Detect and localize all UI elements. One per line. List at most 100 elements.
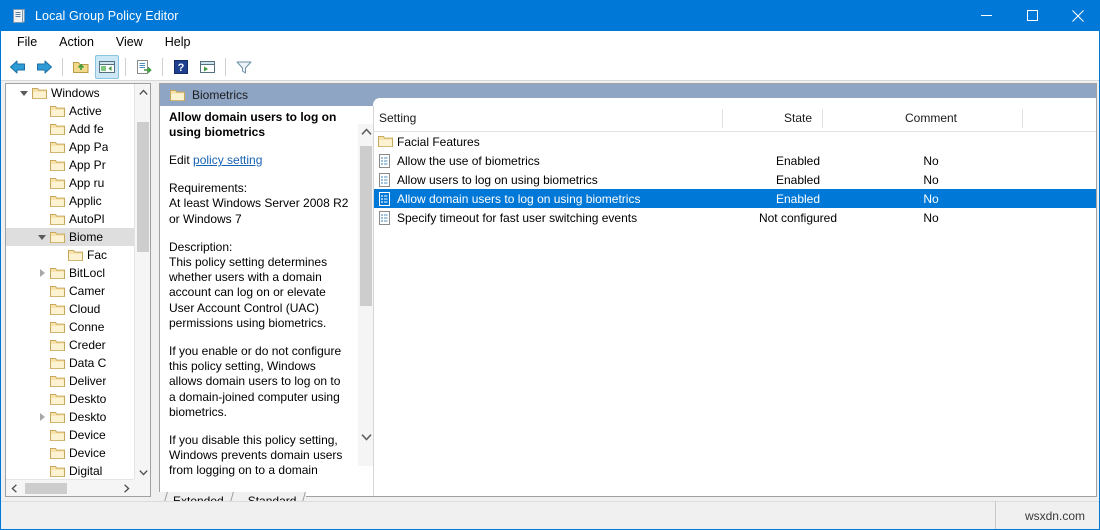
tree-expander[interactable]: [34, 372, 50, 390]
column-divider[interactable]: [722, 109, 723, 128]
table-row-selected[interactable]: Allow domain users to log on using biome…: [374, 189, 1096, 208]
tree-expander[interactable]: [16, 84, 32, 102]
column-header-state[interactable]: State: [748, 106, 848, 131]
policy-setting-icon: [378, 210, 391, 225]
column-divider[interactable]: [822, 109, 823, 128]
tree-expander[interactable]: [34, 156, 50, 174]
tree-expander[interactable]: [34, 228, 50, 246]
tree-expander[interactable]: [34, 390, 50, 408]
table-row[interactable]: Specify timeout for fast user switching …: [374, 208, 1096, 227]
tree-horizontal-scrollbar[interactable]: [6, 479, 135, 496]
show-hide-tree-icon[interactable]: [95, 54, 119, 79]
tree-expander[interactable]: [34, 354, 50, 372]
folder-icon: [50, 411, 65, 424]
tree-expander[interactable]: [34, 336, 50, 354]
close-button[interactable]: [1055, 0, 1099, 31]
tree-hscroll-thumb[interactable]: [25, 483, 67, 494]
tree-item[interactable]: Device: [6, 444, 135, 462]
scroll-right-icon[interactable]: [118, 480, 135, 496]
tree-item[interactable]: AutoPl: [6, 210, 135, 228]
tree-item-label: Device: [69, 446, 106, 460]
menu-action[interactable]: Action: [49, 33, 104, 51]
table-row[interactable]: Allow users to log on using biometrics En…: [374, 170, 1096, 189]
tree-item[interactable]: Add fe: [6, 120, 135, 138]
folder-icon: [68, 249, 83, 262]
tree-expander[interactable]: [34, 138, 50, 156]
tree-item[interactable]: Cloud: [6, 300, 135, 318]
tree-item[interactable]: Biome: [6, 228, 135, 246]
column-divider[interactable]: [1022, 109, 1023, 128]
tree-expander[interactable]: [34, 102, 50, 120]
tree-item[interactable]: Deskto: [6, 408, 135, 426]
properties-icon[interactable]: [195, 55, 219, 79]
menu-view[interactable]: View: [106, 33, 153, 51]
maximize-button[interactable]: [1009, 0, 1055, 31]
menu-help[interactable]: Help: [155, 33, 201, 51]
column-header-setting[interactable]: Setting: [379, 106, 416, 131]
tree-item[interactable]: BitLocl: [6, 264, 135, 282]
menu-file[interactable]: File: [7, 33, 47, 51]
tree-item[interactable]: Creder: [6, 336, 135, 354]
tree-expander[interactable]: [34, 120, 50, 138]
tree-item-label: Biome: [69, 230, 104, 244]
tree-expander[interactable]: [34, 300, 50, 318]
tree-vertical-scrollbar[interactable]: [134, 84, 150, 480]
tree-expander[interactable]: [34, 318, 50, 336]
scroll-down-icon[interactable]: [135, 464, 150, 480]
tree-item[interactable]: Camer: [6, 282, 135, 300]
tree-item-label: Deskto: [69, 392, 107, 406]
forward-arrow-icon[interactable]: [32, 55, 56, 79]
tree-item[interactable]: Conne: [6, 318, 135, 336]
tree-item[interactable]: Digital: [6, 462, 135, 480]
setting-comment: No: [923, 210, 939, 225]
filter-icon[interactable]: [232, 55, 256, 79]
tree-expander[interactable]: [34, 210, 50, 228]
tree-item[interactable]: Deliver: [6, 372, 135, 390]
extended-details-pane: Allow domain users to log on using biome…: [160, 106, 374, 496]
tree-item[interactable]: App Pr: [6, 156, 135, 174]
tree-item[interactable]: App Pa: [6, 138, 135, 156]
minimize-button[interactable]: [963, 0, 1009, 31]
tree-item[interactable]: Deskto: [6, 390, 135, 408]
tree-item[interactable]: App ru: [6, 174, 135, 192]
table-row[interactable]: Facial Features: [374, 132, 1096, 151]
tree-item[interactable]: Active: [6, 102, 135, 120]
export-list-icon[interactable]: [132, 55, 156, 79]
tree-item[interactable]: Windows: [6, 84, 135, 102]
local-group-policy-editor-window: Local Group Policy Editor File Action Vi…: [0, 0, 1100, 530]
tree-item[interactable]: Device: [6, 426, 135, 444]
scroll-up-icon[interactable]: [135, 84, 150, 100]
table-row[interactable]: Allow the use of biometrics Enabled No: [374, 151, 1096, 170]
tree-expander[interactable]: [34, 264, 50, 282]
details-scroll-thumb[interactable]: [360, 146, 372, 306]
tree-expander[interactable]: [34, 192, 50, 210]
tree-expander[interactable]: [34, 426, 50, 444]
tree-item[interactable]: Fac: [6, 246, 135, 264]
tree-expander[interactable]: [34, 174, 50, 192]
tree-expander[interactable]: [34, 282, 50, 300]
tree-item[interactable]: Applic: [6, 192, 135, 210]
column-header-comment[interactable]: Comment: [891, 106, 971, 131]
tree-expander[interactable]: [34, 408, 50, 426]
folder-icon: [50, 123, 65, 136]
console-tree[interactable]: Windows Active Add fe App Pa App Pr App ru Ap…: [6, 84, 135, 480]
tree-expander[interactable]: [52, 246, 68, 264]
help-icon[interactable]: ?: [169, 55, 193, 79]
folder-icon: [50, 141, 65, 154]
description-paragraph-2: If you enable or do not configure this p…: [169, 344, 342, 419]
scroll-left-icon[interactable]: [6, 480, 23, 496]
tree-scroll-thumb[interactable]: [137, 122, 149, 252]
folder-icon: [50, 195, 65, 208]
edit-policy-setting-link[interactable]: policy setting: [193, 153, 262, 167]
details-vertical-scrollbar[interactable]: [358, 124, 374, 466]
up-one-level-icon[interactable]: [69, 55, 93, 79]
folder-icon: [50, 465, 65, 478]
tree-expander[interactable]: [34, 462, 50, 480]
settings-list[interactable]: Facial Features Allow the use of biometri…: [374, 132, 1096, 227]
details-scroll-down-icon[interactable]: [358, 429, 374, 445]
details-scroll-up-icon[interactable]: [358, 124, 374, 140]
tree-expander[interactable]: [34, 444, 50, 462]
tree-item-label: AutoPl: [69, 212, 105, 226]
tree-item[interactable]: Data C: [6, 354, 135, 372]
back-arrow-icon[interactable]: [6, 55, 30, 79]
